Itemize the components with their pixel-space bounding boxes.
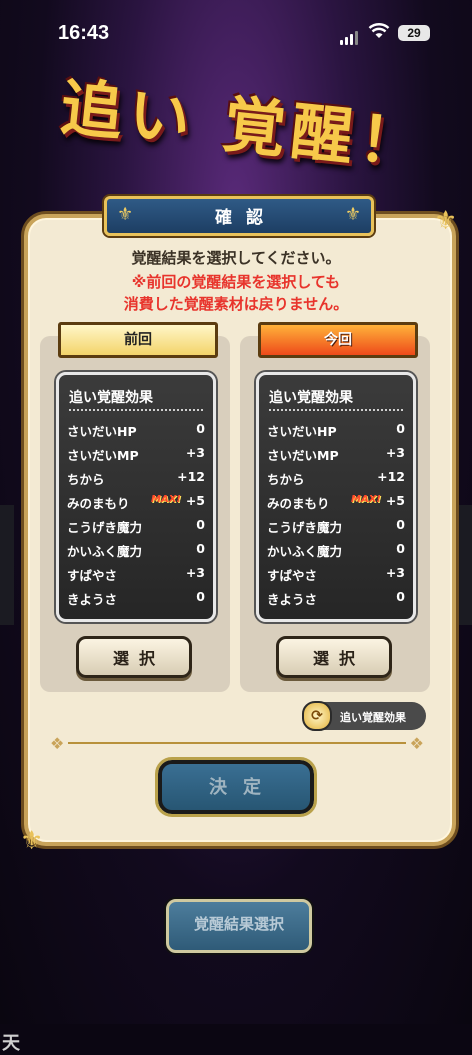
stat-name: みのまもり	[67, 496, 130, 511]
stat-name: さいだいHP	[67, 424, 137, 439]
divider	[69, 409, 203, 411]
ornament-icon: ❖	[409, 734, 424, 753]
stat-name: こうげき魔力	[267, 520, 343, 535]
fleur-icon: ⚜	[344, 204, 361, 225]
stat-row: ちから +12	[67, 469, 205, 489]
stat-value: 0	[196, 541, 205, 556]
refresh-icon: ⟳	[302, 701, 332, 731]
stat-row: すばやさ +3	[67, 565, 205, 585]
stat-value: 0	[196, 421, 205, 436]
stat-row: すばやさ +3	[267, 565, 405, 585]
stat-name: ちから	[67, 472, 105, 487]
ornament-icon: ❖	[50, 734, 65, 753]
previous-ribbon: 前回	[47, 322, 229, 359]
stat-value: 0	[396, 541, 405, 556]
stat-name: かいふく魔力	[267, 544, 343, 559]
stat-name: みのまもり	[267, 496, 330, 511]
stat-value: +5	[385, 493, 405, 508]
stat-name: きようさ	[267, 592, 318, 607]
wifi-icon	[368, 23, 390, 38]
awakening-result-select-button[interactable]: 覚醒結果選択	[166, 899, 312, 953]
stat-name: こうげき魔力	[67, 520, 143, 535]
divider	[269, 409, 403, 411]
select-previous-button[interactable]: 選択	[76, 636, 192, 678]
ornament-icon: ⚜	[434, 206, 458, 236]
background-glyph: 天	[2, 1033, 20, 1054]
max-badge: MAX!	[351, 494, 381, 505]
stat-value: 0	[396, 517, 405, 532]
select-current-button[interactable]: 選択	[276, 636, 392, 678]
stat-value: 0	[196, 589, 205, 604]
ornament-icon: ⚜	[20, 826, 44, 856]
stat-value: +3	[385, 445, 405, 460]
stat-value: +3	[385, 565, 405, 580]
cellular-signal-icon	[340, 26, 360, 45]
divider-line	[68, 742, 406, 744]
current-ribbon: 今回	[247, 322, 429, 359]
stat-name: さいだいMP	[267, 448, 339, 463]
stat-value: +3	[185, 565, 205, 580]
status-bar: 16:43 29	[0, 0, 472, 60]
stat-name: ちから	[267, 472, 305, 487]
battery-indicator: 29	[398, 25, 430, 41]
stat-value: +3	[185, 445, 205, 460]
stat-row: こうげき魔力 0	[267, 517, 405, 537]
stat-row: さいだいMP +3	[67, 445, 205, 465]
instruction-text: 覚醒結果を選択してください。	[131, 249, 341, 267]
stat-name: すばやさ	[267, 568, 318, 583]
warning-text-line2: 消費した覚醒素材は戻りません。	[123, 295, 349, 313]
stat-row: さいだいHP 0	[267, 421, 405, 441]
previous-stat-box: 追い覚醒効果 さいだいHP 0 さいだいMP +3 ちから +12 みのまもり MAX!…	[56, 372, 216, 622]
stat-value: 0	[396, 421, 405, 436]
ornamental-divider: ❖ ❖	[50, 734, 424, 753]
stat-name: すばやさ	[67, 568, 118, 583]
stat-box-title: 追い覚醒効果	[269, 390, 353, 406]
stat-row: こうげき魔力 0	[67, 517, 205, 537]
stat-row: ちから +12	[267, 469, 405, 489]
stat-value: +12	[377, 469, 405, 484]
current-stat-box: 追い覚醒効果 さいだいHP 0 さいだいMP +3 ちから +12 みのまもり MAX!…	[256, 372, 416, 622]
stat-name: かいふく魔力	[67, 544, 143, 559]
stat-name: さいだいHP	[267, 424, 337, 439]
dialog-header: ⚜ 確認 ⚜	[104, 196, 374, 236]
stat-value: 0	[196, 517, 205, 532]
stat-value: +5	[185, 493, 205, 508]
stat-row: きようさ 0	[267, 589, 405, 609]
background-side-panel-left: 天	[0, 505, 20, 1054]
dialog-title: 確認	[215, 208, 277, 228]
stat-name: きようさ	[67, 592, 118, 607]
stat-value: +12	[177, 469, 205, 484]
toggle-label: 追い覚醒効果	[340, 711, 406, 724]
max-badge: MAX!	[151, 494, 181, 505]
awakening-effect-toggle[interactable]: ⟳ 追い覚醒効果	[302, 701, 426, 731]
stat-row: みのまもり MAX! +5	[67, 493, 205, 513]
stat-row: かいふく魔力 0	[67, 541, 205, 561]
stat-name: さいだいMP	[67, 448, 139, 463]
warning-text-line1: ※前回の覚醒結果を選択しても	[131, 273, 341, 291]
stat-box-title: 追い覚醒効果	[69, 390, 153, 406]
stat-row: きようさ 0	[67, 589, 205, 609]
decide-button[interactable]: 決定	[155, 757, 317, 817]
stat-row: さいだいMP +3	[267, 445, 405, 465]
status-time: 16:43	[58, 22, 110, 44]
stat-value: 0	[396, 589, 405, 604]
background-side-panel-right	[458, 505, 472, 625]
stat-row: さいだいHP 0	[67, 421, 205, 441]
stat-row: みのまもり MAX! +5	[267, 493, 405, 513]
stat-row: かいふく魔力 0	[267, 541, 405, 561]
